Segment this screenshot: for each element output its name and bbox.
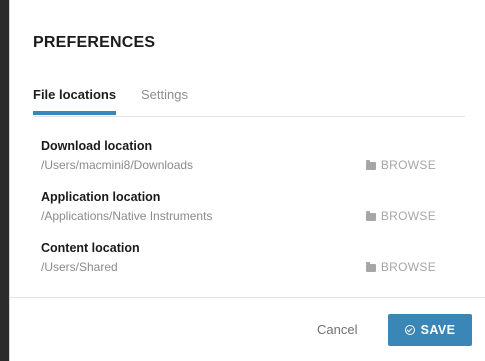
cancel-button[interactable]: Cancel [317, 322, 357, 337]
application-location-path: /Applications/Native Instruments [41, 209, 213, 223]
application-browse-label: BROWSE [380, 209, 436, 223]
save-button-label: SAVE [420, 323, 456, 337]
folder-icon [365, 160, 376, 170]
active-tab-indicator [33, 111, 117, 115]
content-location-row: Content location /Users/Shared BROWSE [41, 241, 436, 275]
folder-icon [365, 211, 376, 221]
content-browse-button[interactable]: BROWSE [365, 260, 436, 274]
tab-bar: File locations Settings [33, 87, 465, 117]
folder-icon [365, 262, 376, 272]
application-location-label: Application location [41, 190, 161, 204]
download-location-label: Download location [41, 139, 153, 153]
tab-settings-label: Settings [141, 87, 188, 102]
content-location-path: /Users/Shared [41, 260, 118, 274]
dialog-footer: Cancel SAVE [10, 297, 485, 361]
content-location-label: Content location [41, 241, 140, 255]
preferences-dialog: PREFERENCES File locations Settings Down… [9, 0, 485, 361]
tab-file-locations-label: File locations [33, 87, 117, 102]
download-location-row: Download location /Users/macmini8/Downlo… [41, 139, 436, 173]
download-location-path: /Users/macmini8/Downloads [41, 158, 194, 172]
save-button[interactable]: SAVE [388, 314, 472, 346]
check-circle-icon [404, 325, 415, 335]
tab-file-locations[interactable]: File locations [33, 87, 117, 115]
download-browse-label: BROWSE [380, 158, 436, 172]
application-location-row: Application location /Applications/Nativ… [41, 190, 436, 224]
content-browse-label: BROWSE [380, 260, 436, 274]
download-browse-button[interactable]: BROWSE [365, 158, 436, 172]
tab-settings[interactable]: Settings [141, 87, 188, 103]
dialog-title: PREFERENCES [33, 34, 156, 51]
application-browse-button[interactable]: BROWSE [365, 209, 436, 223]
